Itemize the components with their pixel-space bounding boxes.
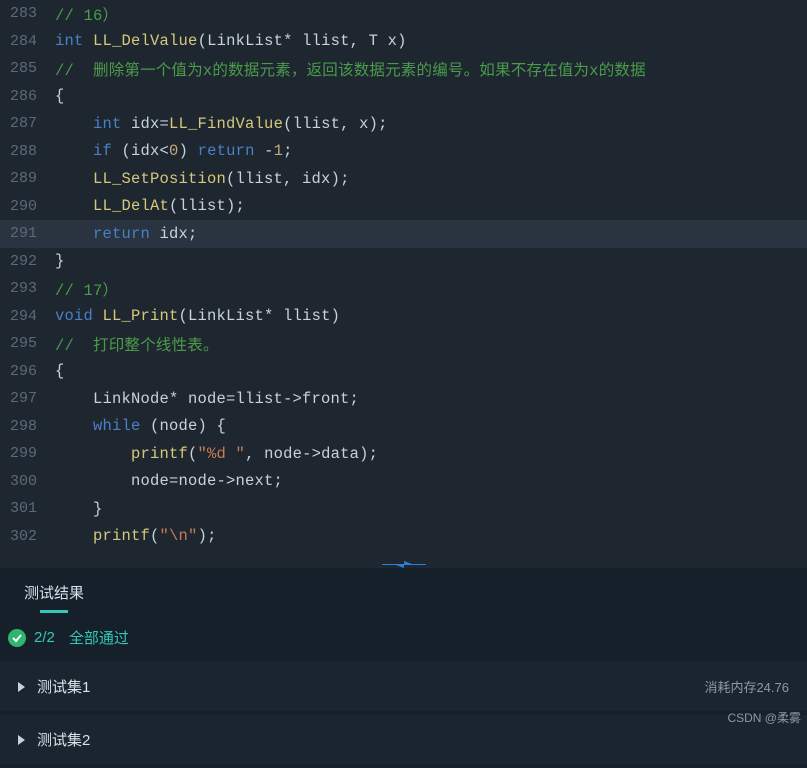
line-number: 298 bbox=[0, 418, 55, 435]
code-line[interactable]: 286{ bbox=[0, 83, 807, 111]
code-content: if (idx<0) return -1; bbox=[55, 142, 293, 160]
tab-test-results[interactable]: 测试结果 bbox=[20, 576, 88, 613]
test-count: 2/2 bbox=[34, 629, 55, 646]
code-content: } bbox=[55, 252, 65, 270]
code-line[interactable]: 295// 打印整个线性表。 bbox=[0, 330, 807, 358]
code-line[interactable]: 291 return idx; bbox=[0, 220, 807, 248]
code-line[interactable]: 285// 删除第一个值为x的数据元素，返回该数据元素的编号。如果不存在值为x的… bbox=[0, 55, 807, 83]
code-editor[interactable]: 283// 16）284int LL_DelValue(LinkList* ll… bbox=[0, 0, 807, 560]
code-content: LL_SetPosition(llist, idx); bbox=[55, 170, 350, 188]
line-number: 284 bbox=[0, 33, 55, 50]
code-content: { bbox=[55, 362, 65, 380]
code-line[interactable]: 301 } bbox=[0, 495, 807, 523]
line-number: 295 bbox=[0, 335, 55, 352]
code-content: int idx=LL_FindValue(llist, x); bbox=[55, 115, 388, 133]
code-content: // 16） bbox=[55, 3, 118, 25]
watermark-text: CSDN @柔雾 bbox=[727, 709, 801, 726]
code-content: printf("%d ", node->data); bbox=[55, 445, 378, 463]
code-line[interactable]: 294void LL_Print(LinkList* llist) bbox=[0, 303, 807, 331]
code-content: while (node) { bbox=[55, 417, 226, 435]
code-content: LL_DelAt(llist); bbox=[55, 197, 245, 215]
code-line[interactable]: 287 int idx=LL_FindValue(llist, x); bbox=[0, 110, 807, 138]
caret-right-icon bbox=[18, 682, 25, 692]
code-content: // 17） bbox=[55, 278, 118, 300]
code-content: printf("\n"); bbox=[55, 527, 217, 545]
code-content: int LL_DelValue(LinkList* llist, T x) bbox=[55, 32, 407, 50]
code-line[interactable]: 289 LL_SetPosition(llist, idx); bbox=[0, 165, 807, 193]
code-content: { bbox=[55, 87, 65, 105]
code-line[interactable]: 290 LL_DelAt(llist); bbox=[0, 193, 807, 221]
line-number: 297 bbox=[0, 390, 55, 407]
code-content: // 删除第一个值为x的数据元素，返回该数据元素的编号。如果不存在值为x的数据 bbox=[55, 58, 646, 80]
line-number: 288 bbox=[0, 143, 55, 160]
code-content: // 打印整个线性表。 bbox=[55, 333, 219, 355]
checkmark-icon bbox=[8, 629, 26, 647]
test-status-label: 全部通过 bbox=[69, 627, 129, 648]
test-set-name: 测试集2 bbox=[37, 729, 777, 750]
line-number: 286 bbox=[0, 88, 55, 105]
code-content: return idx; bbox=[55, 225, 198, 243]
code-content: void LL_Print(LinkList* llist) bbox=[55, 307, 340, 325]
line-number: 299 bbox=[0, 445, 55, 462]
panel-splitter[interactable] bbox=[0, 560, 807, 568]
caret-right-icon bbox=[18, 735, 25, 745]
code-line[interactable]: 288 if (idx<0) return -1; bbox=[0, 138, 807, 166]
line-number: 301 bbox=[0, 500, 55, 517]
code-content: } bbox=[55, 500, 103, 518]
test-set-row[interactable]: 测试集1 消耗内存24.76 bbox=[0, 662, 807, 715]
line-number: 300 bbox=[0, 473, 55, 490]
line-number: 287 bbox=[0, 115, 55, 132]
code-line[interactable]: 300 node=node->next; bbox=[0, 468, 807, 496]
code-line[interactable]: 298 while (node) { bbox=[0, 413, 807, 441]
code-content: node=node->next; bbox=[55, 472, 283, 490]
panel-tabs: 测试结果 bbox=[0, 568, 807, 613]
line-number: 296 bbox=[0, 363, 55, 380]
code-line[interactable]: 292} bbox=[0, 248, 807, 276]
code-line[interactable]: 293// 17） bbox=[0, 275, 807, 303]
code-line[interactable]: 284int LL_DelValue(LinkList* llist, T x) bbox=[0, 28, 807, 56]
code-line[interactable]: 299 printf("%d ", node->data); bbox=[0, 440, 807, 468]
code-line[interactable]: 302 printf("\n"); bbox=[0, 523, 807, 551]
line-number: 285 bbox=[0, 60, 55, 77]
line-number: 293 bbox=[0, 280, 55, 297]
test-summary: 2/2 全部通过 bbox=[0, 613, 807, 662]
test-set-name: 测试集1 bbox=[37, 676, 692, 697]
line-number: 283 bbox=[0, 5, 55, 22]
test-results-panel: 测试结果 2/2 全部通过 测试集1 消耗内存24.76 测试集2 bbox=[0, 568, 807, 768]
code-line[interactable]: 297 LinkNode* node=llist->front; bbox=[0, 385, 807, 413]
line-number: 302 bbox=[0, 528, 55, 545]
test-memory-usage: 消耗内存24.76 bbox=[704, 677, 789, 696]
code-line[interactable]: 296{ bbox=[0, 358, 807, 386]
code-content: LinkNode* node=llist->front; bbox=[55, 390, 359, 408]
code-line[interactable]: 283// 16） bbox=[0, 0, 807, 28]
line-number: 292 bbox=[0, 253, 55, 270]
line-number: 291 bbox=[0, 225, 55, 242]
line-number: 290 bbox=[0, 198, 55, 215]
line-number: 289 bbox=[0, 170, 55, 187]
test-set-row[interactable]: 测试集2 bbox=[0, 715, 807, 768]
line-number: 294 bbox=[0, 308, 55, 325]
splitter-handle-icon bbox=[382, 561, 426, 568]
